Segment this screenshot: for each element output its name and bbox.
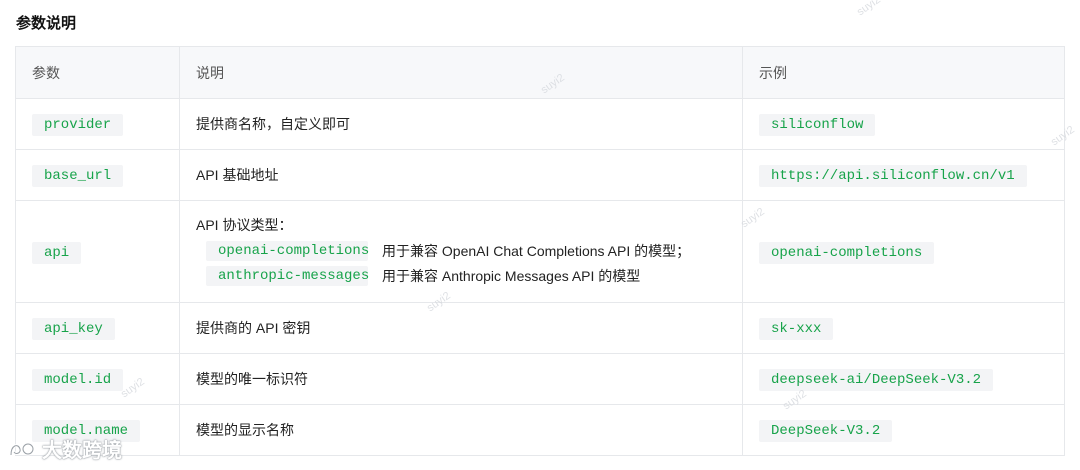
description-text: API 协议类型： bbox=[196, 216, 293, 233]
parameter-table: 参数 说明 示例 provider 提供商名称，自定义即可 siliconflo… bbox=[15, 46, 1065, 456]
description-cell: 提供商的 API 密钥 bbox=[179, 302, 743, 354]
list-item: anthropic-messages 用于兼容 Anthropic Messag… bbox=[206, 264, 726, 289]
example-cell: siliconflow bbox=[742, 98, 1065, 150]
example-code: sk-xxx bbox=[759, 318, 834, 340]
table-row: model.name 模型的显示名称 DeepSeek-V3.2 bbox=[15, 404, 1065, 456]
example-code: openai-completions bbox=[759, 241, 935, 264]
param-code: api bbox=[32, 241, 82, 264]
table-header-row: 参数 说明 示例 bbox=[15, 46, 1065, 99]
table-row: model.id 模型的唯一标识符 deepseek-ai/DeepSeek-V… bbox=[15, 353, 1065, 405]
param-code: model.id bbox=[32, 369, 124, 391]
example-code: DeepSeek-V3.2 bbox=[759, 420, 893, 442]
protocol-description: 用于兼容 Anthropic Messages API 的模型 bbox=[382, 268, 641, 284]
column-header-param: 参数 bbox=[15, 46, 180, 99]
description-cell: 模型的显示名称 bbox=[179, 404, 743, 456]
column-header-example: 示例 bbox=[742, 46, 1065, 99]
logo-mark-icon bbox=[9, 442, 35, 455]
param-cell: api bbox=[15, 200, 180, 303]
protocol-code: openai-completions bbox=[206, 241, 369, 261]
example-cell: DeepSeek-V3.2 bbox=[742, 404, 1065, 456]
protocol-code: anthropic-messages bbox=[206, 266, 369, 286]
description-list: openai-completions 用于兼容 OpenAI Chat Comp… bbox=[196, 239, 726, 289]
example-cell: openai-completions bbox=[742, 200, 1065, 303]
param-cell: model.id bbox=[15, 353, 180, 405]
protocol-description: 用于兼容 OpenAI Chat Completions API 的模型； bbox=[382, 243, 691, 259]
param-code: base_url bbox=[32, 165, 124, 187]
param-cell: base_url bbox=[15, 149, 180, 201]
description-cell: API 基础地址 bbox=[179, 149, 743, 201]
example-code: siliconflow bbox=[759, 114, 876, 136]
example-cell: sk-xxx bbox=[742, 302, 1065, 354]
description-cell: 模型的唯一标识符 bbox=[179, 353, 743, 405]
example-code: https://api.siliconflow.cn/v1 bbox=[759, 165, 1027, 187]
example-code: deepseek-ai/DeepSeek-V3.2 bbox=[759, 369, 994, 391]
table-row: api API 协议类型： openai-completions 用于兼容 Op… bbox=[15, 200, 1065, 303]
description-cell: API 协议类型： openai-completions 用于兼容 OpenAI… bbox=[179, 200, 743, 303]
column-header-description: 说明 bbox=[179, 46, 743, 99]
table-row: api_key 提供商的 API 密钥 sk-xxx bbox=[15, 302, 1065, 354]
section-title: 参数说明 bbox=[16, 15, 77, 32]
example-cell: deepseek-ai/DeepSeek-V3.2 bbox=[742, 353, 1065, 405]
param-cell: api_key bbox=[15, 302, 180, 354]
param-code: provider bbox=[32, 114, 124, 136]
table-row: provider 提供商名称，自定义即可 siliconflow bbox=[15, 98, 1065, 150]
table-row: base_url API 基础地址 https://api.siliconflo… bbox=[15, 149, 1065, 201]
brand-logo: 大数跨境 bbox=[8, 434, 122, 463]
list-item: openai-completions 用于兼容 OpenAI Chat Comp… bbox=[206, 239, 726, 264]
param-code: api_key bbox=[32, 318, 115, 340]
watermark: suyi2 bbox=[854, 0, 883, 19]
param-cell: provider bbox=[15, 98, 180, 150]
example-cell: https://api.siliconflow.cn/v1 bbox=[742, 149, 1065, 201]
logo-text: 大数跨境 bbox=[42, 440, 122, 462]
description-cell: 提供商名称，自定义即可 bbox=[179, 98, 743, 150]
